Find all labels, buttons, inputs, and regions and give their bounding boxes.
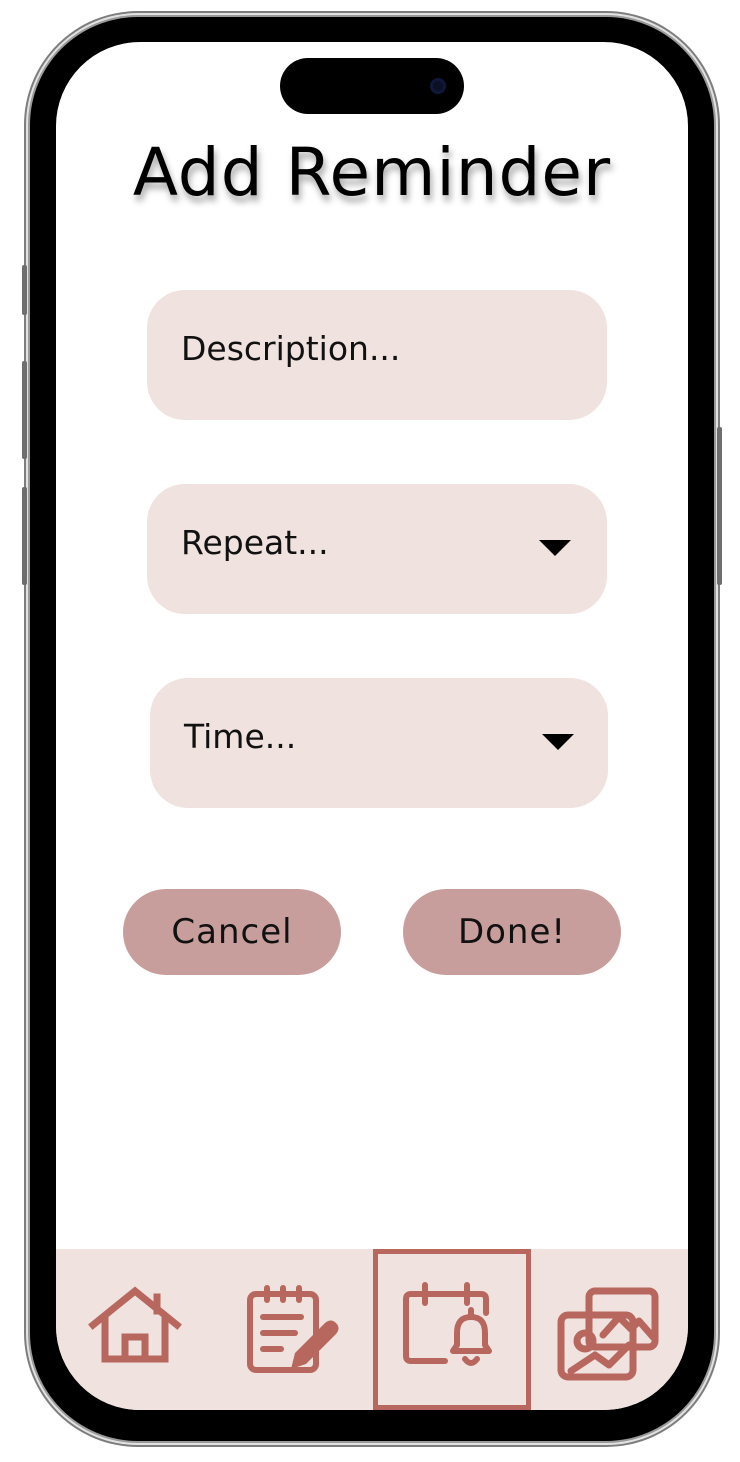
notes-edit-icon (247, 1285, 339, 1373)
bottom-navbar (56, 1249, 688, 1410)
page-title: Add Reminder (132, 134, 612, 211)
volume-up-button (22, 361, 27, 459)
app-screen: Add Reminder Description... Repeat... Ti… (56, 42, 688, 1410)
phone-frame: Add Reminder Description... Repeat... Ti… (22, 17, 722, 1441)
calendar-bell-icon (403, 1282, 492, 1366)
description-placeholder: Description... (181, 328, 401, 368)
home-icon (88, 1286, 182, 1363)
nav-item-home[interactable] (56, 1249, 214, 1410)
photo-gallery-icon (557, 1287, 659, 1381)
action-button (22, 265, 27, 315)
nav-item-reminders[interactable] (373, 1249, 531, 1410)
dynamic-island (280, 58, 464, 114)
nav-item-gallery[interactable] (530, 1249, 688, 1410)
camera-icon (430, 78, 446, 94)
nav-item-notes[interactable] (214, 1249, 372, 1410)
repeat-select[interactable]: Repeat... (147, 484, 607, 614)
done-button[interactable]: Done! (403, 889, 621, 975)
repeat-placeholder: Repeat... (181, 522, 329, 562)
caret-down-icon (542, 734, 574, 750)
cancel-button[interactable]: Cancel (123, 889, 341, 975)
caret-down-icon (539, 540, 571, 556)
time-select[interactable]: Time... (150, 678, 608, 808)
description-input[interactable]: Description... (147, 290, 607, 420)
time-placeholder: Time... (184, 716, 297, 756)
power-button (717, 427, 722, 585)
volume-down-button (22, 487, 27, 585)
